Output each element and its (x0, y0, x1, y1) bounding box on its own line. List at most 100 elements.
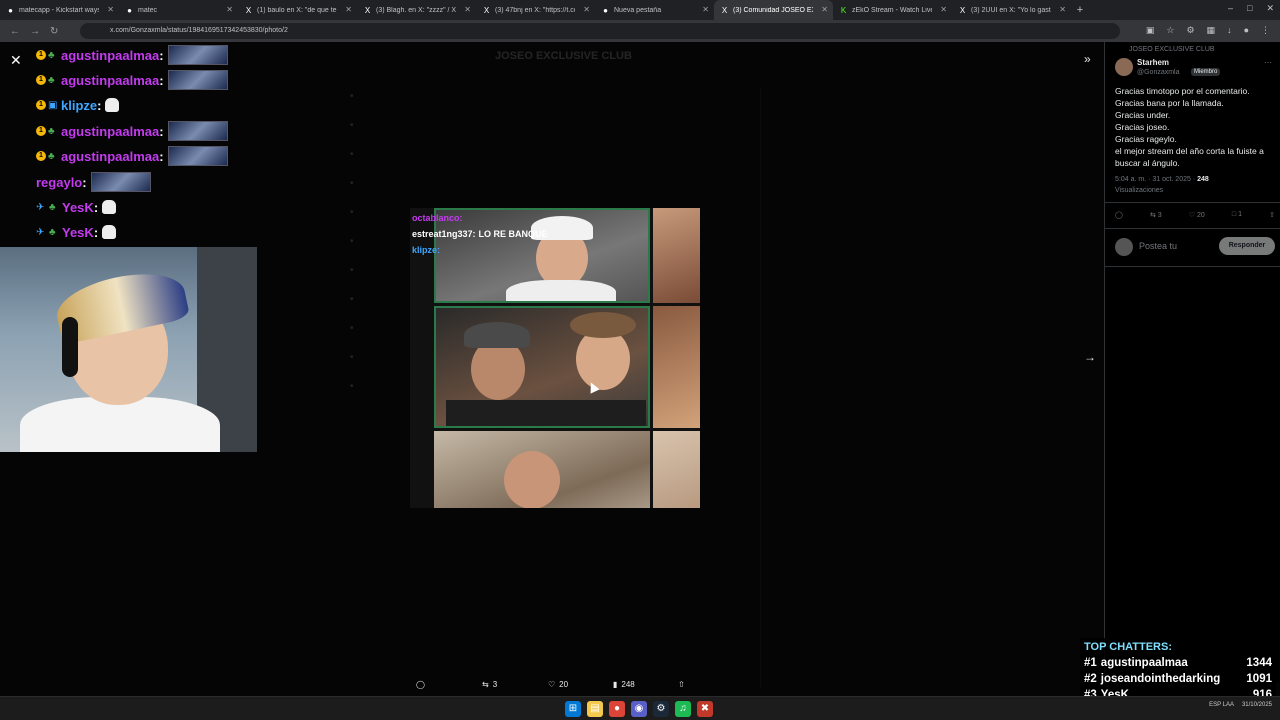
language-indicator[interactable]: ESP LAA (1209, 702, 1234, 708)
reply-input[interactable]: Postea tu (1139, 241, 1177, 251)
dimmed-divider (760, 88, 761, 688)
member-badge: Miembro (1191, 68, 1221, 76)
retweet-button[interactable]: ⇆ 3 (1150, 211, 1162, 219)
tab-close-icon[interactable]: ✕ (702, 5, 709, 14)
avatar[interactable] (1115, 58, 1133, 76)
top-chatters-title: TOP CHATTERS: (1084, 641, 1173, 653)
like-count: 20 (1197, 212, 1205, 219)
chat-username[interactable]: YesK (62, 200, 94, 215)
expand-panel-icon[interactable]: » (1084, 52, 1091, 66)
chat-message: 1 ♣ agustinpaalmaa: (36, 68, 228, 92)
x-logo-icon: X (245, 5, 252, 15)
chat-username[interactable]: agustinpaalmaa (61, 48, 159, 63)
tab-close-icon[interactable]: ✕ (464, 5, 471, 14)
browser-tab[interactable]: KzEkO Stream - Watch Live on K ✕ (833, 0, 952, 20)
forward-icon[interactable]: → (30, 26, 40, 37)
bookmark-button[interactable]: □ 1 (1232, 211, 1242, 219)
file-explorer-icon[interactable]: ▤ (587, 701, 603, 717)
chat-username[interactable]: agustinpaalmaa (61, 149, 159, 164)
browser-tab[interactable]: X (1) baulo en X: "de que te cag ✕ (238, 0, 357, 20)
windows-start-icon[interactable]: ⊞ (565, 701, 581, 717)
chat-text: LO RE BANQUE (478, 229, 548, 239)
chat-badge-icon: 1 (36, 50, 46, 60)
bookmark-star-icon[interactable]: ☆ (1166, 25, 1174, 36)
tab-title: matecapp - Kickstart ways (19, 6, 99, 14)
browser-tab[interactable]: ● matecapp - Kickstart ways ✕ (0, 0, 119, 20)
close-window-icon[interactable]: ✕ (1266, 3, 1274, 14)
retweet-button[interactable]: ⇆ 3 (482, 680, 497, 689)
browser-tab[interactable]: X (3) 47bnj en X: "https://t.co/s ✕ (476, 0, 595, 20)
top-chatter-row: #1 agustinpaalmaa 1344 (1084, 655, 1272, 671)
menu-dots-icon[interactable]: ⋮ (1261, 25, 1270, 36)
community-label[interactable]: JOSEO EXCLUSIVE CLUB (1129, 46, 1215, 53)
chat-message: 1 ♣ agustinpaalmaa: (36, 144, 228, 168)
tab-close-icon[interactable]: ✕ (226, 5, 233, 14)
extension-icon[interactable]: ⚙ (1186, 25, 1194, 36)
chatter-count: 1091 (1246, 673, 1272, 685)
chat-username[interactable]: agustinpaalmaa (61, 124, 159, 139)
new-tab-button[interactable]: + (1071, 4, 1089, 16)
chat-username[interactable]: YesK (62, 225, 94, 240)
author-handle[interactable]: @Gonzaxmla (1137, 69, 1180, 76)
clock[interactable]: 31/10/2025 (1242, 702, 1272, 708)
next-photo-icon[interactable]: → (1084, 350, 1096, 364)
steam-icon[interactable]: ⚙ (653, 701, 669, 717)
reload-icon[interactable]: ↻ (50, 26, 58, 37)
webcam-shirt (20, 397, 220, 452)
like-button[interactable]: ♡ 20 (1189, 211, 1205, 219)
like-button[interactable]: ♡ 20 (548, 680, 568, 689)
spotify-icon[interactable]: ♫ (675, 701, 691, 717)
app-icon[interactable]: ✖ (697, 701, 713, 717)
browser-tab[interactable]: X (3) Blagh. en X: "zzzz" / X ✕ (357, 0, 476, 20)
tab-close-icon[interactable]: ✕ (1059, 5, 1066, 14)
minimize-icon[interactable]: – (1228, 3, 1233, 14)
bookmark-count: 1 (1238, 211, 1243, 218)
chat-username[interactable]: agustinpaalmaa (61, 73, 159, 88)
tab-close-icon[interactable]: ✕ (940, 5, 947, 14)
back-icon[interactable]: ← (10, 26, 20, 37)
window-controls: – □ ✕ (1228, 3, 1274, 14)
tab-close-icon[interactable]: ✕ (583, 5, 590, 14)
tab-close-icon[interactable]: ✕ (345, 5, 352, 14)
top-chatter-row: #2 joseandointhedarking 1091 (1084, 671, 1272, 687)
address-bar[interactable]: x.com/Gonzaxmla/status/19841695173424538… (80, 23, 1120, 39)
author-name[interactable]: Starhem (1137, 58, 1169, 67)
maximize-icon[interactable]: □ (1247, 3, 1252, 14)
reply-icon[interactable]: ◯ (1115, 211, 1123, 219)
chat-badge-icon: ♣ (48, 125, 55, 137)
share-button[interactable]: ⇧ (678, 680, 685, 689)
download-icon[interactable]: ↓ (1227, 25, 1232, 36)
video-call-tile (653, 431, 700, 508)
webcam-feed (0, 247, 257, 452)
chat-badge-icon: 1 (36, 126, 46, 136)
chat-separator: : (159, 47, 164, 63)
browser-tab[interactable]: ● matec ✕ (119, 0, 238, 20)
chat-username[interactable]: klipze (61, 98, 97, 113)
share-icon[interactable]: ⇧ (1269, 211, 1275, 219)
browser-tab[interactable]: X (3) 2UUI en X: "Yo lo gastaria e ✕ (952, 0, 1071, 20)
reply-button[interactable]: ◯ (416, 680, 425, 689)
tab-title: matec (138, 6, 158, 14)
divider (1105, 266, 1280, 267)
cast-icon[interactable]: ▣ (1146, 25, 1155, 36)
puzzle-icon[interactable]: ▦ (1207, 25, 1216, 36)
tweet-photo[interactable]: octablanco: estreat1ng337: LO RE BANQUE kli… (410, 208, 700, 508)
tab-close-icon[interactable]: ✕ (107, 5, 114, 14)
retweet-count: 3 (1157, 212, 1162, 219)
chrome-icon[interactable]: ● (609, 701, 625, 717)
reply-submit-button[interactable]: Responder (1219, 237, 1275, 255)
more-options-icon[interactable]: ⋯ (1264, 58, 1272, 67)
obs-icon[interactable]: ◉ (631, 701, 647, 717)
chat-username: klipze: (412, 245, 441, 255)
browser-tab[interactable]: ● Nueva pestaña ✕ (595, 0, 714, 20)
chat-message: 1 ♣ agustinpaalmaa: (36, 119, 228, 143)
profile-avatar[interactable]: ● (1244, 25, 1249, 36)
chat-separator: : (93, 199, 99, 215)
chat-username[interactable]: regaylo (36, 175, 82, 190)
close-icon[interactable]: ✕ (10, 52, 22, 69)
views-button[interactable]: ▮ 248 (613, 680, 635, 689)
tab-close-icon[interactable]: ✕ (821, 5, 828, 14)
chat-badge-icon: ♣ (48, 74, 55, 86)
reply-icon: ◯ (416, 679, 425, 689)
browser-tab[interactable]: X (3) Comunidad JOSEO EXCLUSI ✕ (714, 0, 833, 20)
